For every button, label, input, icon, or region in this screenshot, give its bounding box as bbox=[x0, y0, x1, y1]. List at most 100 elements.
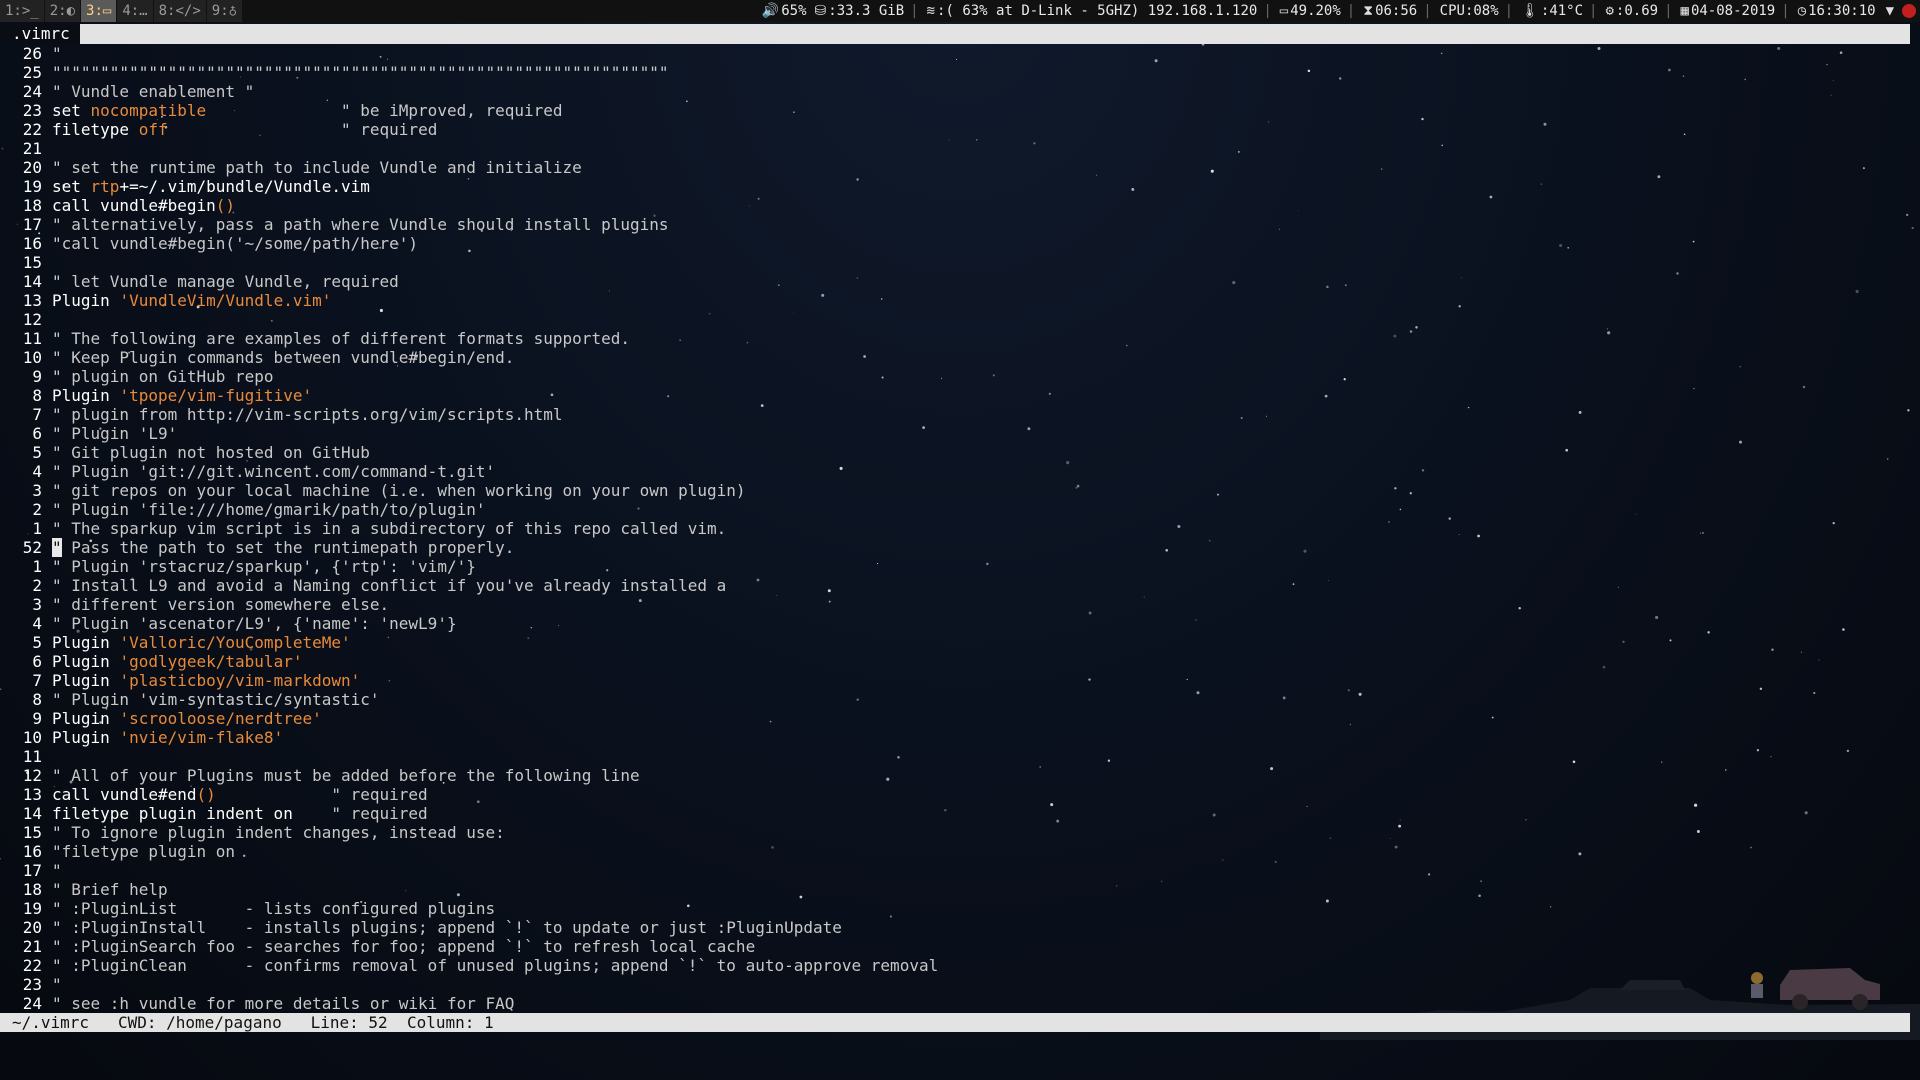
line-text: " alternatively, pass a path where Vundl… bbox=[52, 215, 669, 234]
code-token: 'scrooloose/nerdtree' bbox=[119, 709, 322, 728]
code-line[interactable]: 24 " Vundle enablement " bbox=[0, 82, 1910, 101]
code-line[interactable]: 4 " Plugin 'ascenator/L9', {'name': 'newL… bbox=[0, 614, 1910, 633]
vim-editor-buffer[interactable]: 26 " 25 """""""""""""""""""""""""""""""""""… bbox=[0, 44, 1910, 1013]
code-line[interactable]: 16 "filetype plugin on bbox=[0, 842, 1910, 861]
workspace-button[interactable]: 4:… bbox=[117, 0, 153, 22]
line-number: 7 bbox=[32, 671, 42, 690]
code-line[interactable]: 1 " The sparkup vim script is in a subdir… bbox=[0, 519, 1910, 538]
code-token: nocompatible bbox=[90, 101, 207, 120]
code-line[interactable]: 2 " Install L9 and avoid a Naming conflic… bbox=[0, 576, 1910, 595]
code-line[interactable]: 19 set rtp+=~/.vim/bundle/Vundle.vim bbox=[0, 177, 1910, 196]
code-line[interactable]: 22 filetype off " required bbox=[0, 120, 1910, 139]
code-token: " Plugin 'file:///home/gmarik/path/to/pl… bbox=[52, 500, 486, 519]
load-indicator: ⚙:0.69 bbox=[1605, 3, 1659, 19]
volume-indicator[interactable]: 🔊 65% bbox=[762, 0, 807, 22]
code-line[interactable]: 21 bbox=[0, 139, 1910, 158]
code-line[interactable]: 15 bbox=[0, 253, 1910, 272]
current-line[interactable]: 52 " Pass the path to set the runtimepath… bbox=[0, 538, 1910, 557]
code-line[interactable]: 6 Plugin 'godlygeek/tabular' bbox=[0, 652, 1910, 671]
cpu-indicator: CPU:08% bbox=[1439, 3, 1499, 19]
code-line[interactable]: 23 " bbox=[0, 975, 1910, 994]
code-line[interactable]: 11 bbox=[0, 747, 1910, 766]
code-line[interactable]: 5 Plugin 'Valloric/YouCompleteMe' bbox=[0, 633, 1910, 652]
code-line[interactable]: 18 " Brief help bbox=[0, 880, 1910, 899]
code-line[interactable]: 11 " The following are examples of differ… bbox=[0, 329, 1910, 348]
code-line[interactable]: 1 " Plugin 'rstacruz/sparkup', {'rtp': 'v… bbox=[0, 557, 1910, 576]
workspace-button[interactable]: 8:</> bbox=[153, 0, 206, 22]
code-line[interactable]: 3 " git repos on your local machine (i.e.… bbox=[0, 481, 1910, 500]
code-line[interactable]: 2 " Plugin 'file:///home/gmarik/path/to/p… bbox=[0, 500, 1910, 519]
code-line[interactable]: 10 Plugin 'nvie/vim-flake8' bbox=[0, 728, 1910, 747]
code-line[interactable]: 20 " set the runtime path to include Vund… bbox=[0, 158, 1910, 177]
line-text: "call vundle#begin('~/some/path/here') bbox=[52, 234, 418, 253]
code-token: () bbox=[215, 196, 236, 215]
line-number: 7 bbox=[32, 405, 42, 424]
code-line[interactable]: 13 call vundle#end() " required bbox=[0, 785, 1910, 804]
code-token: filetype plugin indent on bbox=[52, 804, 293, 823]
code-line[interactable]: 10 " Keep Plugin commands between vundle#… bbox=[0, 348, 1910, 367]
time-value: 16:30:10 bbox=[1808, 3, 1876, 19]
workspace-button[interactable]: 2:◐ bbox=[44, 0, 81, 22]
code-line[interactable]: 18 call vundle#begin() bbox=[0, 196, 1910, 215]
code-line[interactable]: 22 " :PluginClean - confirms removal of u… bbox=[0, 956, 1910, 975]
code-line[interactable]: 14 " let Vundle manage Vundle, required bbox=[0, 272, 1910, 291]
line-number: 9 bbox=[32, 709, 42, 728]
workspace-button[interactable]: 1:>_ bbox=[0, 0, 44, 22]
code-line[interactable]: 4 " Plugin 'git://git.wincent.com/command… bbox=[0, 462, 1910, 481]
code-line[interactable]: 16 "call vundle#begin('~/some/path/here') bbox=[0, 234, 1910, 253]
code-line[interactable]: 20 " :PluginInstall - installs plugins; a… bbox=[0, 918, 1910, 937]
desktop: 1:>_ 2:◐ 3:▭ 4:… 8:</> 9:♁ 🔊 65% ⛁:33.3 GiB | … bbox=[0, 0, 1920, 1080]
code-line[interactable]: 12 " All of your Plugins must be added be… bbox=[0, 766, 1910, 785]
line-text: " Pass the path to set the runtimepath p… bbox=[52, 538, 514, 557]
line-text: " let Vundle manage Vundle, required bbox=[52, 272, 399, 291]
separator: | bbox=[910, 3, 919, 19]
date-indicator[interactable]: ▦ 04-08-2019 bbox=[1681, 0, 1776, 22]
code-line[interactable]: 17 " alternatively, pass a path where Vun… bbox=[0, 215, 1910, 234]
code-line[interactable]: 24 " see :h vundle for more details or wi… bbox=[0, 994, 1910, 1013]
line-number: 3 bbox=[32, 595, 42, 614]
code-token: " The sparkup vim script is in a subdire… bbox=[52, 519, 727, 538]
code-line[interactable]: 8 Plugin 'tpope/vim-fugitive' bbox=[0, 386, 1910, 405]
line-text: Plugin 'tpope/vim-fugitive' bbox=[52, 386, 312, 405]
code-line[interactable]: 25 """"""""""""""""""""""""""""""""""""""… bbox=[0, 63, 1910, 82]
disk-value: 33.3 GiB bbox=[836, 3, 905, 19]
line-text: " different version somewhere else. bbox=[52, 595, 389, 614]
code-line[interactable]: 14 filetype plugin indent on " required bbox=[0, 804, 1910, 823]
code-line[interactable]: 21 " :PluginSearch foo - searches for foo… bbox=[0, 937, 1910, 956]
code-line[interactable]: 17 " bbox=[0, 861, 1910, 880]
tray-app-icon[interactable] bbox=[1902, 4, 1916, 18]
code-line[interactable]: 13 Plugin 'VundleVim/Vundle.vim' bbox=[0, 291, 1910, 310]
code-token: Plugin bbox=[52, 633, 120, 652]
code-line[interactable]: 15 " To ignore plugin indent changes, ins… bbox=[0, 823, 1910, 842]
line-number: 23 bbox=[22, 975, 42, 994]
battery-time-value: 06:56 bbox=[1375, 3, 1418, 19]
line-number: 15 bbox=[22, 823, 42, 842]
code-line[interactable]: 26 " bbox=[0, 44, 1910, 63]
line-number: 4 bbox=[32, 462, 42, 481]
code-token: "call vundle#begin('~/some/path/here') bbox=[52, 234, 419, 253]
line-text: Plugin 'scrooloose/nerdtree' bbox=[52, 709, 322, 728]
line-text: filetype off " required bbox=[52, 120, 437, 139]
line-text: " Vundle enablement " bbox=[52, 82, 254, 101]
code-line[interactable]: 19 " :PluginList - lists configured plugi… bbox=[0, 899, 1910, 918]
code-line[interactable]: 6 " Plugin 'L9' bbox=[0, 424, 1910, 443]
code-line[interactable]: 9 Plugin 'scrooloose/nerdtree' bbox=[0, 709, 1910, 728]
code-token: Plugin bbox=[52, 709, 120, 728]
code-line[interactable]: 9 " plugin on GitHub repo bbox=[0, 367, 1910, 386]
code-token: 'godlygeek/tabular' bbox=[119, 652, 303, 671]
line-text: " To ignore plugin indent changes, inste… bbox=[52, 823, 505, 842]
tab-vimrc[interactable]: .vimrc bbox=[0, 24, 80, 44]
workspace-button[interactable]: 3:▭ bbox=[81, 0, 117, 22]
wifi-indicator[interactable]: ≋:( 63% at D-Link - 5GHZ) 192.168.1.120 bbox=[927, 0, 1258, 22]
line-text: set rtp+=~/.vim/bundle/Vundle.vim bbox=[52, 177, 370, 196]
code-line[interactable]: 23 set nocompatible " be iMproved, requir… bbox=[0, 101, 1910, 120]
tray-expand-icon[interactable]: ▼ bbox=[1886, 0, 1894, 22]
code-line[interactable]: 12 bbox=[0, 310, 1910, 329]
workspace-button[interactable]: 9:♁ bbox=[206, 0, 243, 22]
code-line[interactable]: 8 " Plugin 'vim-syntastic/syntastic' bbox=[0, 690, 1910, 709]
clock-indicator[interactable]: ◷ 16:30:10 bbox=[1798, 0, 1876, 22]
code-line[interactable]: 7 Plugin 'plasticboy/vim-markdown' bbox=[0, 671, 1910, 690]
code-line[interactable]: 7 " plugin from http://vim-scripts.org/vi… bbox=[0, 405, 1910, 424]
code-line[interactable]: 3 " different version somewhere else. bbox=[0, 595, 1910, 614]
code-line[interactable]: 5 " Git plugin not hosted on GitHub bbox=[0, 443, 1910, 462]
